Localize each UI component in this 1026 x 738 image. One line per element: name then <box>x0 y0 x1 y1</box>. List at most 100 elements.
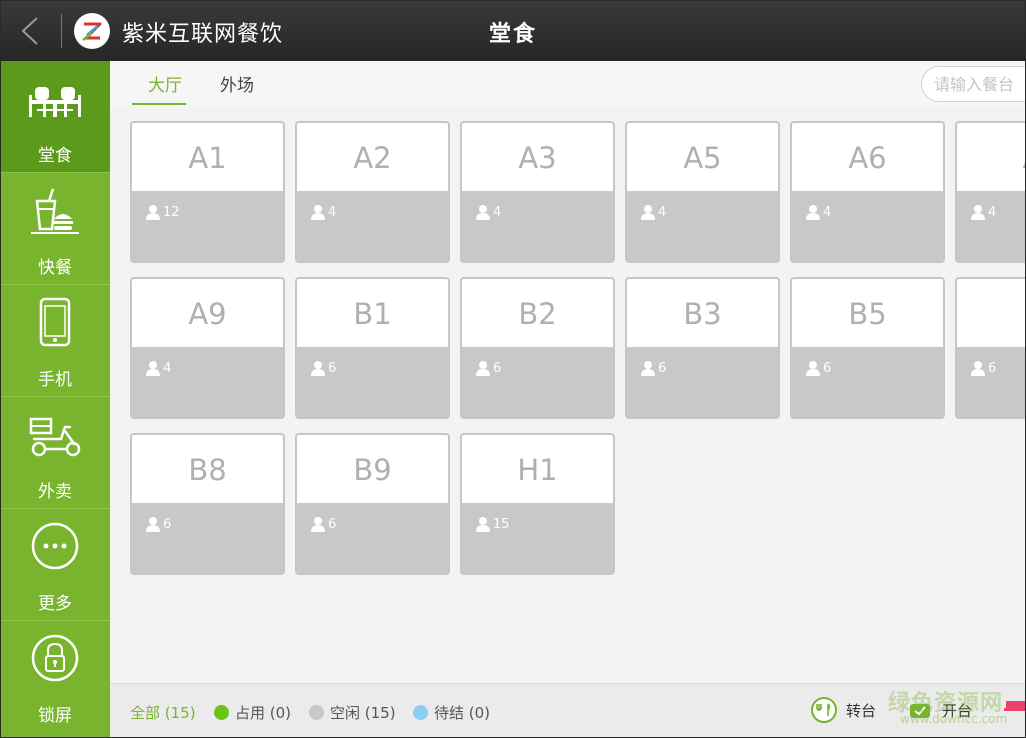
occupied-dot-icon <box>214 705 229 720</box>
seat-count-value: 12 <box>163 204 180 220</box>
table-card[interactable]: B3 6 <box>625 277 780 419</box>
person-icon <box>476 517 490 532</box>
legend-label: 空闲 (15) <box>330 704 396 722</box>
seat-count: 6 <box>805 360 831 376</box>
seat-count: 6 <box>310 516 336 532</box>
table-card[interactable]: A3 4 <box>460 121 615 263</box>
sidebar-item-label: 手机 <box>38 370 72 390</box>
tab-outdoor[interactable]: 外场 <box>220 71 254 96</box>
tab-hall[interactable]: 大厅 <box>148 71 182 96</box>
table-card[interactable]: H1 15 <box>460 433 615 575</box>
sidebar-item-delivery[interactable]: 外卖 <box>0 397 110 509</box>
seat-count: 4 <box>475 204 501 220</box>
table-name: A9 <box>188 297 227 331</box>
table-name: A1 <box>188 141 227 175</box>
sidebar-item-lock-screen[interactable]: 锁屏 <box>0 621 110 738</box>
person-icon <box>971 361 985 376</box>
person-icon <box>476 361 490 376</box>
bed-icon <box>1004 701 1026 711</box>
table-name: A5 <box>683 141 722 175</box>
table-card[interactable]: B1 6 <box>295 277 450 419</box>
dine-in-icon <box>27 73 83 125</box>
seat-count-value: 6 <box>328 360 337 376</box>
sidebar: 堂食 快餐 手机 外卖 更多 锁屏 <box>0 61 110 738</box>
sidebar-item-label: 锁屏 <box>38 706 72 726</box>
seat-count: 6 <box>145 516 171 532</box>
seat-count-value: 4 <box>328 204 337 220</box>
filter-free[interactable]: 空闲 (15) <box>309 702 396 723</box>
table-card[interactable]: B 6 <box>955 277 1026 419</box>
sidebar-item-more[interactable]: 更多 <box>0 509 110 621</box>
table-card[interactable]: B5 6 <box>790 277 945 419</box>
sidebar-item-label: 更多 <box>38 594 72 614</box>
table-card[interactable]: A6 4 <box>790 121 945 263</box>
transfer-label: 转台 <box>846 701 877 720</box>
person-icon <box>311 205 325 220</box>
filter-all[interactable]: 全部 (15) <box>130 702 196 723</box>
legend-label: 占用 (0) <box>235 704 292 722</box>
table-grid: A1 12 A2 4 A3 4 A5 4 A6 4 4 A9 4 B1 6 B2… <box>110 107 1026 683</box>
seat-count: 4 <box>970 204 996 220</box>
filter-pending[interactable]: 待结 (0) <box>413 702 490 723</box>
status-bar: 全部 (15) 占用 (0) 空闲 (15) 待结 (0) 转台 开台 绿色资源… <box>110 683 1026 738</box>
table-card[interactable]: B2 6 <box>460 277 615 419</box>
table-card[interactable]: A2 4 <box>295 121 450 263</box>
table-card[interactable]: B9 6 <box>295 433 450 575</box>
seat-count-value: 6 <box>988 360 997 376</box>
seat-count-value: 6 <box>493 360 502 376</box>
phone-icon <box>27 297 83 349</box>
seat-count-value: 6 <box>163 516 172 532</box>
area-tabs: 大厅 外场 <box>110 61 1026 107</box>
person-icon <box>641 205 655 220</box>
legend-label: 待结 (0) <box>434 704 491 722</box>
seat-count-value: 6 <box>658 360 667 376</box>
table-name: A <box>957 141 1026 175</box>
table-name: B8 <box>188 453 227 487</box>
table-name: B3 <box>683 297 722 331</box>
person-icon <box>971 205 985 220</box>
table-card[interactable]: B8 6 <box>130 433 285 575</box>
sidebar-item-dine-in[interactable]: 堂食 <box>0 61 110 173</box>
open-table-icon <box>910 704 930 718</box>
table-name: B1 <box>353 297 392 331</box>
table-card[interactable]: A 4 <box>955 121 1026 263</box>
seat-count: 6 <box>475 360 501 376</box>
person-icon <box>146 517 160 532</box>
seat-count: 4 <box>805 204 831 220</box>
seat-count: 4 <box>640 204 666 220</box>
seat-count-value: 4 <box>163 360 172 376</box>
seat-count-value: 4 <box>988 204 997 220</box>
filter-occupied[interactable]: 占用 (0) <box>214 702 291 723</box>
transfer-table-button[interactable]: 转台 <box>810 696 876 724</box>
table-card[interactable]: A9 4 <box>130 277 285 419</box>
table-card[interactable]: A5 4 <box>625 121 780 263</box>
person-icon <box>641 361 655 376</box>
seat-count: 4 <box>310 204 336 220</box>
table-name: B2 <box>518 297 557 331</box>
person-icon <box>311 361 325 376</box>
table-search-input[interactable] <box>921 66 1026 102</box>
sidebar-item-label: 堂食 <box>38 146 72 166</box>
sidebar-item-fast-food[interactable]: 快餐 <box>0 173 110 285</box>
person-icon <box>146 361 160 376</box>
person-icon <box>311 517 325 532</box>
transfer-icon <box>811 697 837 723</box>
more-dots-icon <box>27 521 83 573</box>
active-tab-underline <box>132 103 186 105</box>
seat-count-value: 4 <box>658 204 667 220</box>
sidebar-item-phone[interactable]: 手机 <box>0 285 110 397</box>
open-table-button[interactable]: 开台 <box>906 696 972 724</box>
seat-count-value: 4 <box>823 204 832 220</box>
seat-count: 4 <box>145 360 171 376</box>
seat-count: 6 <box>640 360 666 376</box>
table-name: B9 <box>353 453 392 487</box>
table-card[interactable]: A1 12 <box>130 121 285 263</box>
seat-count-value: 6 <box>328 516 337 532</box>
person-icon <box>476 205 490 220</box>
top-bar: 紫米互联网餐饮 堂食 <box>0 0 1026 61</box>
seat-count: 12 <box>145 204 180 220</box>
table-name: A2 <box>353 141 392 175</box>
seat-count: 6 <box>310 360 336 376</box>
page-title: 堂食 <box>488 22 537 47</box>
delivery-scooter-icon <box>27 409 83 461</box>
